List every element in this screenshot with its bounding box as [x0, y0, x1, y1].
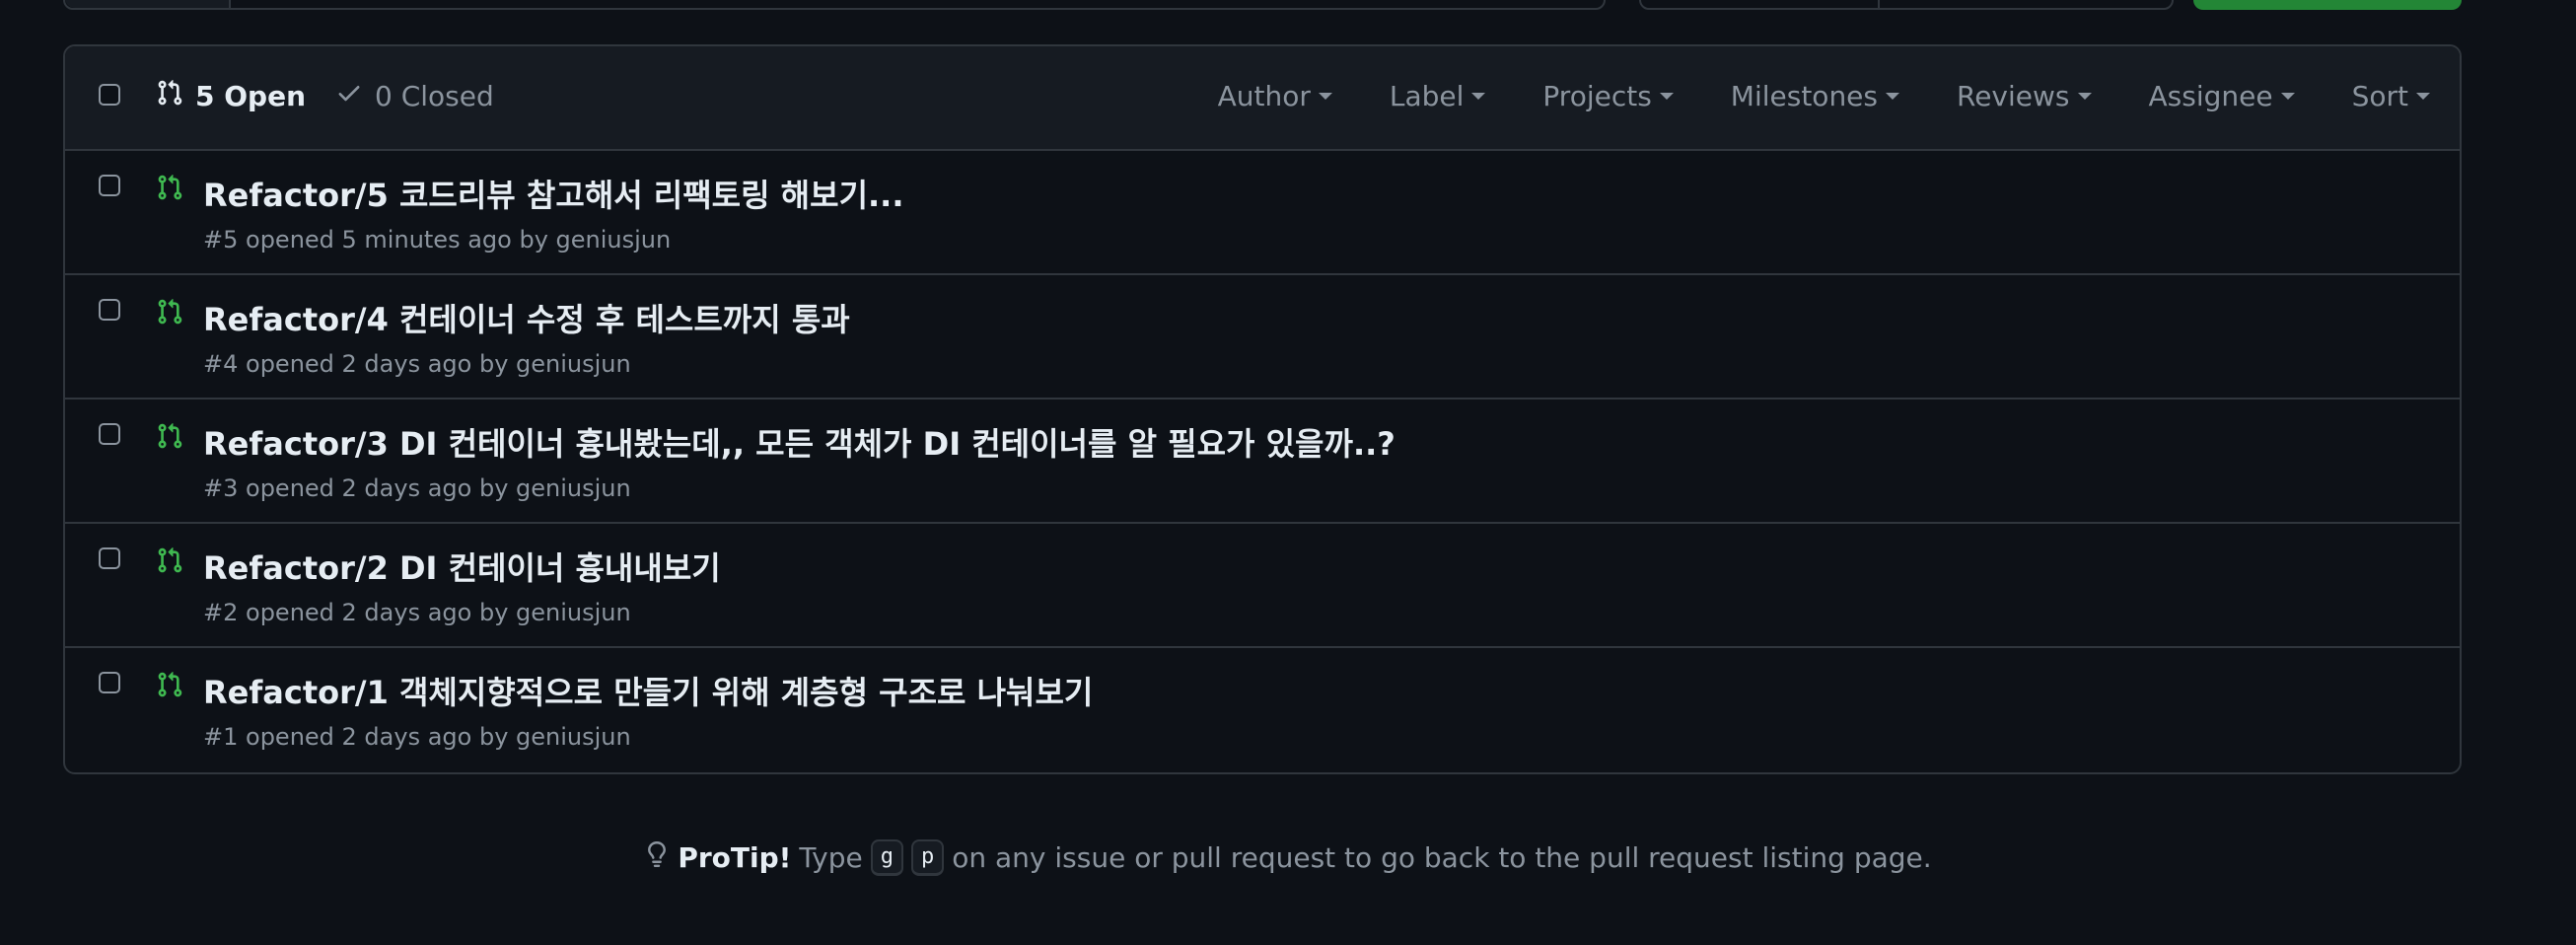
select-checkbox[interactable] — [99, 299, 120, 321]
assignee-filter[interactable]: Assignee — [2149, 80, 2295, 112]
author-filter[interactable]: Author — [1218, 80, 1332, 112]
new-pull-request-button[interactable] — [2193, 0, 2462, 10]
list-header: 5 Open 0 Closed Author Label Projects Mi… — [65, 46, 2460, 151]
chevron-down-icon — [1471, 92, 1486, 100]
filter-menus: Author Label Projects Milestones Reviews… — [1161, 76, 2430, 115]
keyboard-key-g: g — [870, 839, 903, 876]
keyboard-key-p: p — [910, 839, 945, 876]
pull-request-title-link[interactable]: Refactor/1 객체지향적으로 만들기 위해 계층형 구조로 나눠보기 — [203, 668, 1093, 713]
milestones-filter[interactable]: Milestones — [1731, 80, 1899, 112]
open-pull-request-icon — [156, 545, 183, 579]
protip-label: ProTip! — [678, 841, 792, 874]
open-pull-request-icon — [156, 173, 183, 206]
list-item: Refactor/1 객체지향적으로 만들기 위해 계층형 구조로 나눠보기 #… — [65, 648, 2460, 772]
list-item: Refactor/5 코드리뷰 참고해서 리팩토링 해보기... #5 open… — [65, 151, 2460, 275]
label-filter[interactable]: Label — [1390, 80, 1486, 112]
label-filter-label: Label — [1389, 79, 1465, 112]
chevron-down-icon — [1886, 92, 1899, 100]
sort-filter-label: Sort — [2351, 79, 2408, 112]
chevron-down-icon — [2416, 92, 2430, 100]
select-checkbox[interactable] — [99, 547, 120, 569]
closed-count-label: 0 Closed — [375, 79, 494, 112]
pull-request-list: 5 Open 0 Closed Author Label Projects Mi… — [63, 44, 2462, 774]
pull-request-meta: #2 opened 2 days ago by geniusjun — [203, 599, 631, 626]
check-icon — [335, 79, 363, 113]
list-item: Refactor/2 DI 컨테이너 흉내내보기 #2 opened 2 day… — [65, 524, 2460, 648]
protip-text-after: on any issue or pull request to go back … — [952, 841, 1932, 874]
select-checkbox[interactable] — [99, 423, 120, 445]
chevron-down-icon — [1318, 92, 1332, 100]
assignee-filter-label: Assignee — [2148, 79, 2273, 112]
protip: ProTip! Type g p on any issue or pull re… — [0, 838, 2576, 877]
list-item: Refactor/3 DI 컨테이너 흉내봤는데,, 모든 객체가 DI 컨테이… — [65, 400, 2460, 524]
search-filter-bar[interactable] — [63, 0, 1606, 10]
protip-text-before: Type — [799, 841, 863, 874]
pull-request-meta: #1 opened 2 days ago by geniusjun — [203, 723, 631, 751]
state-toggle: 5 Open 0 Closed — [156, 76, 524, 115]
labels-milestones-group — [1639, 0, 2174, 10]
list-item: Refactor/4 컨테이너 수정 후 테스트까지 통과 #4 opened … — [65, 275, 2460, 400]
filters-dropdown[interactable] — [65, 0, 231, 8]
pull-request-title-link[interactable]: Refactor/5 코드리뷰 참고해서 리팩토링 해보기... — [203, 171, 903, 216]
select-all-checkbox[interactable] — [99, 84, 120, 106]
chevron-down-icon — [1659, 92, 1674, 100]
select-checkbox[interactable] — [99, 175, 120, 196]
select-checkbox[interactable] — [99, 672, 120, 693]
open-pull-request-icon — [156, 670, 183, 703]
pull-request-title-link[interactable]: Refactor/3 DI 컨테이너 흉내봤는데,, 모든 객체가 DI 컨테이… — [203, 419, 1395, 465]
chevron-down-icon — [2077, 92, 2092, 100]
open-filter-link[interactable]: 5 Open — [156, 78, 306, 114]
open-pull-request-icon — [156, 421, 183, 455]
pull-request-meta: #5 opened 5 minutes ago by geniusjun — [203, 226, 672, 254]
divider — [1878, 0, 1880, 8]
author-filter-label: Author — [1217, 79, 1311, 112]
reviews-filter-label: Reviews — [1957, 79, 2070, 112]
projects-filter-label: Projects — [1542, 79, 1652, 112]
closed-filter-link[interactable]: 0 Closed — [335, 79, 494, 113]
pull-request-title-link[interactable]: Refactor/2 DI 컨테이너 흉내내보기 — [203, 544, 721, 589]
light-bulb-icon — [644, 838, 670, 877]
milestones-filter-label: Milestones — [1730, 79, 1878, 112]
chevron-down-icon — [2280, 92, 2295, 100]
sort-filter[interactable]: Sort — [2352, 80, 2430, 112]
open-pull-request-icon — [156, 297, 183, 330]
pull-requests-page: 5 Open 0 Closed Author Label Projects Mi… — [0, 0, 2576, 945]
pull-request-meta: #4 opened 2 days ago by geniusjun — [203, 350, 631, 378]
reviews-filter[interactable]: Reviews — [1957, 80, 2092, 112]
projects-filter[interactable]: Projects — [1542, 79, 1674, 112]
pull-request-title-link[interactable]: Refactor/4 컨테이너 수정 후 테스트까지 통과 — [203, 295, 850, 340]
pull-request-icon — [156, 78, 183, 114]
pull-request-meta: #3 opened 2 days ago by geniusjun — [203, 474, 631, 502]
open-count-label: 5 Open — [195, 79, 306, 112]
